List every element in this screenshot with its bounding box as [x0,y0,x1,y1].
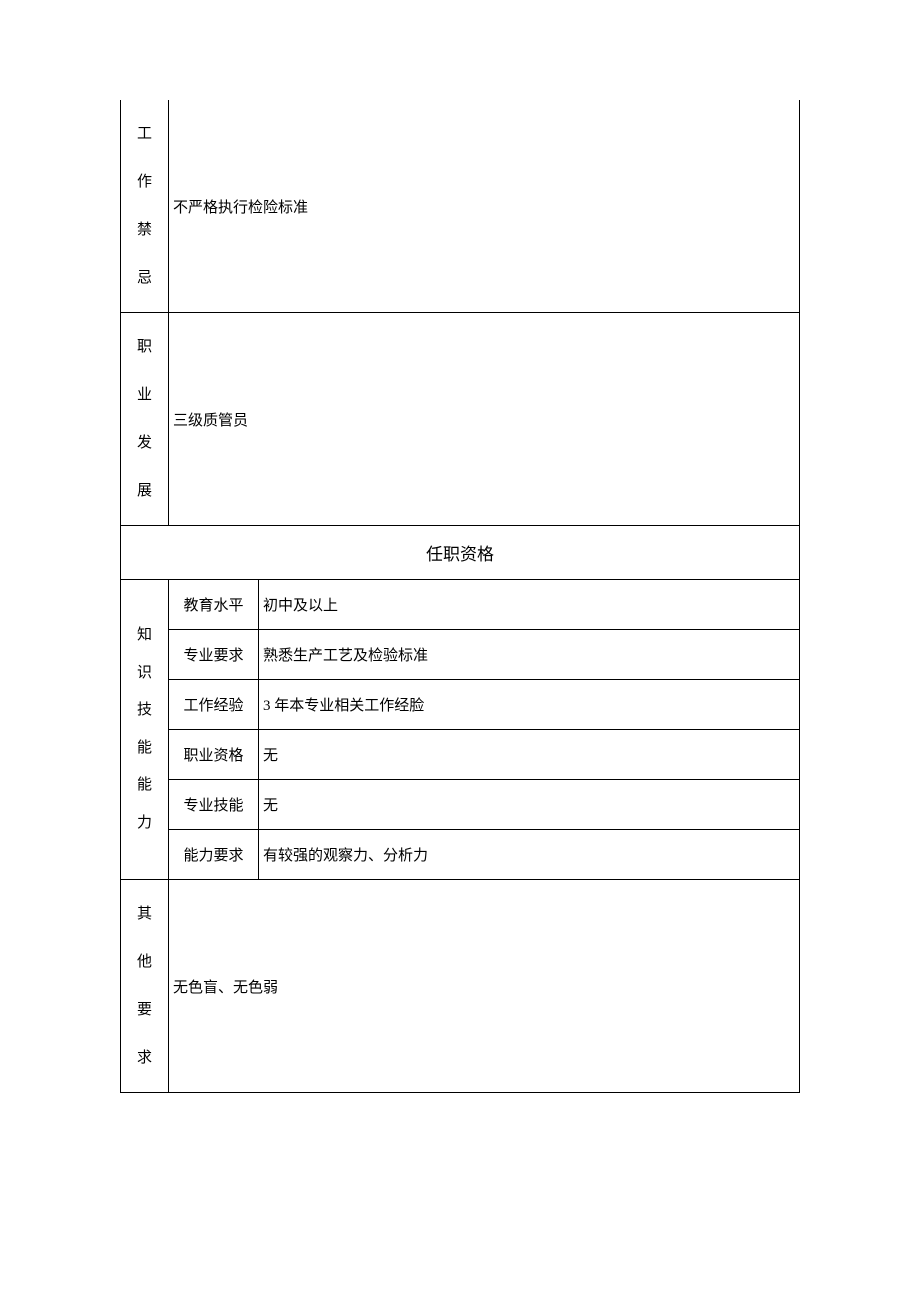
table-row: 任职资格 [121,526,800,580]
table-row: 知 识 技 能 能 力 教育水平 初中及以上 [121,580,800,630]
table-row: 能力要求 有较强的观察力、分析力 [121,830,800,880]
row-value-work-prohibition: 不严格执行检险标准 [169,100,800,313]
qual-label: 职业资格 [169,730,259,780]
table-row: 工作经验 3 年本专业相关工作经脸 [121,680,800,730]
qual-value: 3 年本专业相关工作经脸 [259,680,800,730]
row-label-other-requirements: 其 他 要 求 [121,880,169,1093]
qual-value: 初中及以上 [259,580,800,630]
qual-label: 专业技能 [169,780,259,830]
qual-value: 无 [259,730,800,780]
table-row: 工 作 禁 忌 不严格执行检险标准 [121,100,800,313]
qual-value: 熟悉生产工艺及检验标准 [259,630,800,680]
qual-label: 教育水平 [169,580,259,630]
row-value-other-requirements: 无色盲、无色弱 [169,880,800,1093]
table-row: 专业要求 熟悉生产工艺及检验标准 [121,630,800,680]
qual-label: 能力要求 [169,830,259,880]
qual-label: 专业要求 [169,630,259,680]
row-label-work-prohibition: 工 作 禁 忌 [121,100,169,313]
qual-label: 工作经验 [169,680,259,730]
row-label-career-development: 职 业 发 展 [121,313,169,526]
table-row: 职业资格 无 [121,730,800,780]
qualification-table: 工 作 禁 忌 不严格执行检险标准 职 业 发 展 三级质管员 任职资格 知 识… [120,100,800,1093]
table-row: 专业技能 无 [121,780,800,830]
row-value-career-development: 三级质管员 [169,313,800,526]
qual-value: 无 [259,780,800,830]
table-row: 其 他 要 求 无色盲、无色弱 [121,880,800,1093]
qual-value: 有较强的观察力、分析力 [259,830,800,880]
row-label-knowledge-skill-ability: 知 识 技 能 能 力 [121,580,169,880]
table-row: 职 业 发 展 三级质管员 [121,313,800,526]
qualification-header: 任职资格 [121,526,800,580]
